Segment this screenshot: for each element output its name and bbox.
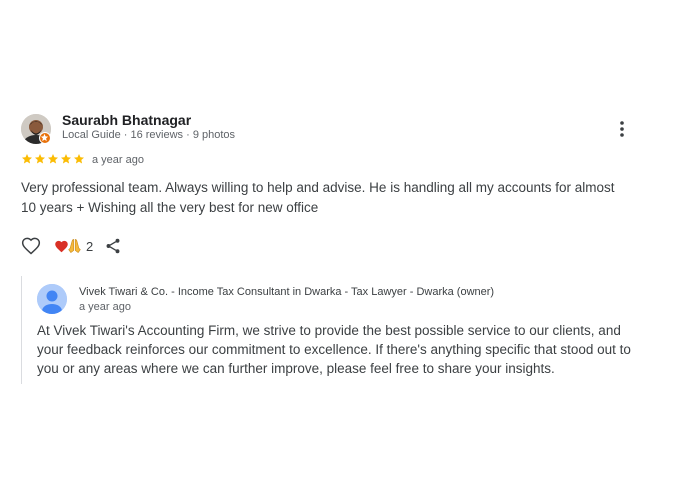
author-name[interactable]: Saurabh Bhatnagar bbox=[62, 112, 191, 128]
review-actions: 2 bbox=[21, 236, 122, 256]
local-guide-badge-icon bbox=[39, 132, 51, 144]
heart-outline-icon bbox=[21, 237, 41, 255]
owner-avatar[interactable] bbox=[37, 284, 67, 314]
owner-reply-text: At Vivek Tiwari's Accounting Firm, we st… bbox=[37, 323, 631, 376]
star-icon bbox=[74, 154, 84, 164]
share-icon bbox=[106, 238, 120, 254]
star-icon bbox=[22, 154, 32, 164]
more-vert-icon bbox=[620, 121, 624, 137]
review-card: Saurabh Bhatnagar Local Guide · 16 revie… bbox=[0, 0, 700, 500]
owner-reply: Vivek Tiwari & Co. - Income Tax Consulta… bbox=[21, 276, 642, 384]
owner-name: Vivek Tiwari & Co. - Income Tax Consulta… bbox=[79, 286, 495, 298]
reaction-count: 2 bbox=[86, 238, 94, 254]
owner-reply-time: a year ago bbox=[79, 301, 131, 313]
star-icon bbox=[48, 154, 58, 164]
more-options-button[interactable] bbox=[612, 119, 632, 139]
share-button[interactable] bbox=[104, 237, 122, 255]
review-time: a year ago bbox=[92, 154, 144, 166]
author-meta: Local Guide · 16 reviews · 9 photos bbox=[62, 129, 236, 141]
star-icon bbox=[35, 154, 45, 164]
folded-hands-emoji-icon bbox=[68, 239, 81, 253]
reactions-button[interactable]: 2 bbox=[54, 238, 93, 254]
like-button[interactable] bbox=[21, 236, 41, 256]
star-rating bbox=[21, 153, 85, 165]
star-icon bbox=[61, 154, 71, 164]
review-text: Very professional team. Always willing t… bbox=[21, 180, 615, 215]
